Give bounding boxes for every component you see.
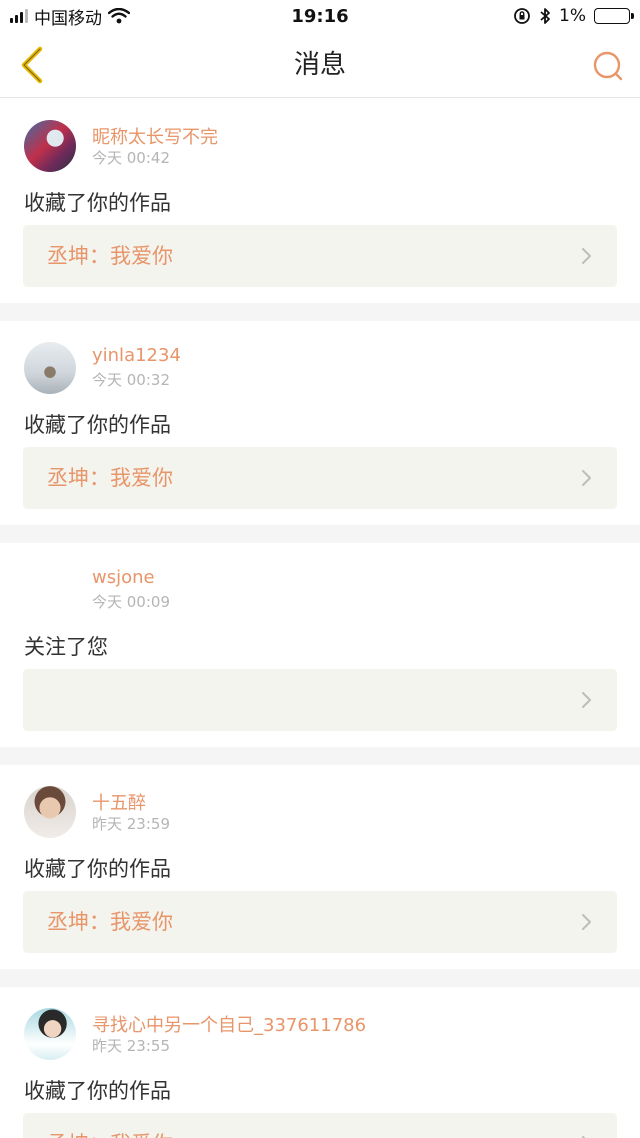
message-item: 寻找心中另一个自己_337611786 昨天 23:55 收藏了你的作品 丞坤：… [0,987,640,1138]
message-action: 收藏了你的作品 [24,413,171,437]
message-time: 今天 00:42 [92,149,170,167]
username[interactable]: yinla1234 [92,345,181,366]
work-title: 丞坤：我爱你 [47,244,173,268]
search-button[interactable] [588,46,628,86]
message-time: 昨天 23:55 [92,1037,170,1055]
avatar[interactable] [24,342,76,394]
status-bar: 中国移动 19:16 1% [0,0,640,32]
message-time: 今天 00:32 [92,371,170,389]
page-title: 消息 [293,50,346,80]
divider [0,525,640,543]
signal-icon [10,9,28,23]
message-item: yinla1234 今天 00:32 收藏了你的作品 丞坤：我爱你 [0,321,640,525]
divider [0,747,640,765]
bluetooth-icon [540,8,550,24]
chevron-right-icon [582,914,591,930]
message-action: 收藏了你的作品 [24,1079,171,1103]
status-right: 1% [513,6,634,26]
work-link[interactable]: 丞坤：我爱你 [23,225,617,287]
work-link[interactable] [23,669,617,731]
message-item: 十五醉 昨天 23:59 收藏了你的作品 丞坤：我爱你 [0,765,640,969]
work-link[interactable]: 丞坤：我爱你 [23,447,617,509]
message-action: 收藏了你的作品 [24,857,171,881]
message-action: 收藏了你的作品 [24,191,171,215]
message-list: 昵称太长写不完 今天 00:42 收藏了你的作品 丞坤：我爱你 yinla123… [0,99,640,1138]
work-title: 丞坤：我爱你 [47,466,173,490]
username[interactable]: 寻找心中另一个自己_337611786 [92,1011,366,1037]
message-item: wsjone 今天 00:09 关注了您 [0,543,640,747]
orientation-lock-icon [514,8,530,24]
message-item: 昵称太长写不完 今天 00:42 收藏了你的作品 丞坤：我爱你 [0,99,640,303]
divider [0,969,640,987]
nav-bar: 消息 [0,32,640,98]
battery-icon [594,8,634,24]
chevron-right-icon [582,692,591,708]
wifi-icon [108,8,130,24]
avatar[interactable] [24,1008,76,1060]
divider [0,303,640,321]
username[interactable]: 昵称太长写不完 [92,123,218,149]
work-title: 丞坤：我爱你 [47,910,173,934]
message-action: 关注了您 [24,635,108,659]
username[interactable]: wsjone [92,567,155,588]
search-icon [593,51,623,81]
username[interactable]: 十五醉 [92,789,146,815]
message-time: 今天 00:09 [92,593,170,611]
work-link[interactable]: 丞坤：我爱你 [23,1113,617,1138]
avatar[interactable] [24,120,76,172]
status-left: 中国移动 [10,4,230,29]
chevron-right-icon [582,248,591,264]
avatar[interactable] [24,786,76,838]
carrier-label: 中国移动 [34,8,102,29]
work-link[interactable]: 丞坤：我爱你 [23,891,617,953]
avatar[interactable] [24,564,76,616]
message-time: 昨天 23:59 [92,815,170,833]
work-title: 丞坤：我爱你 [47,1113,173,1138]
chevron-right-icon [582,470,591,486]
battery-percent: 1% [559,6,586,26]
